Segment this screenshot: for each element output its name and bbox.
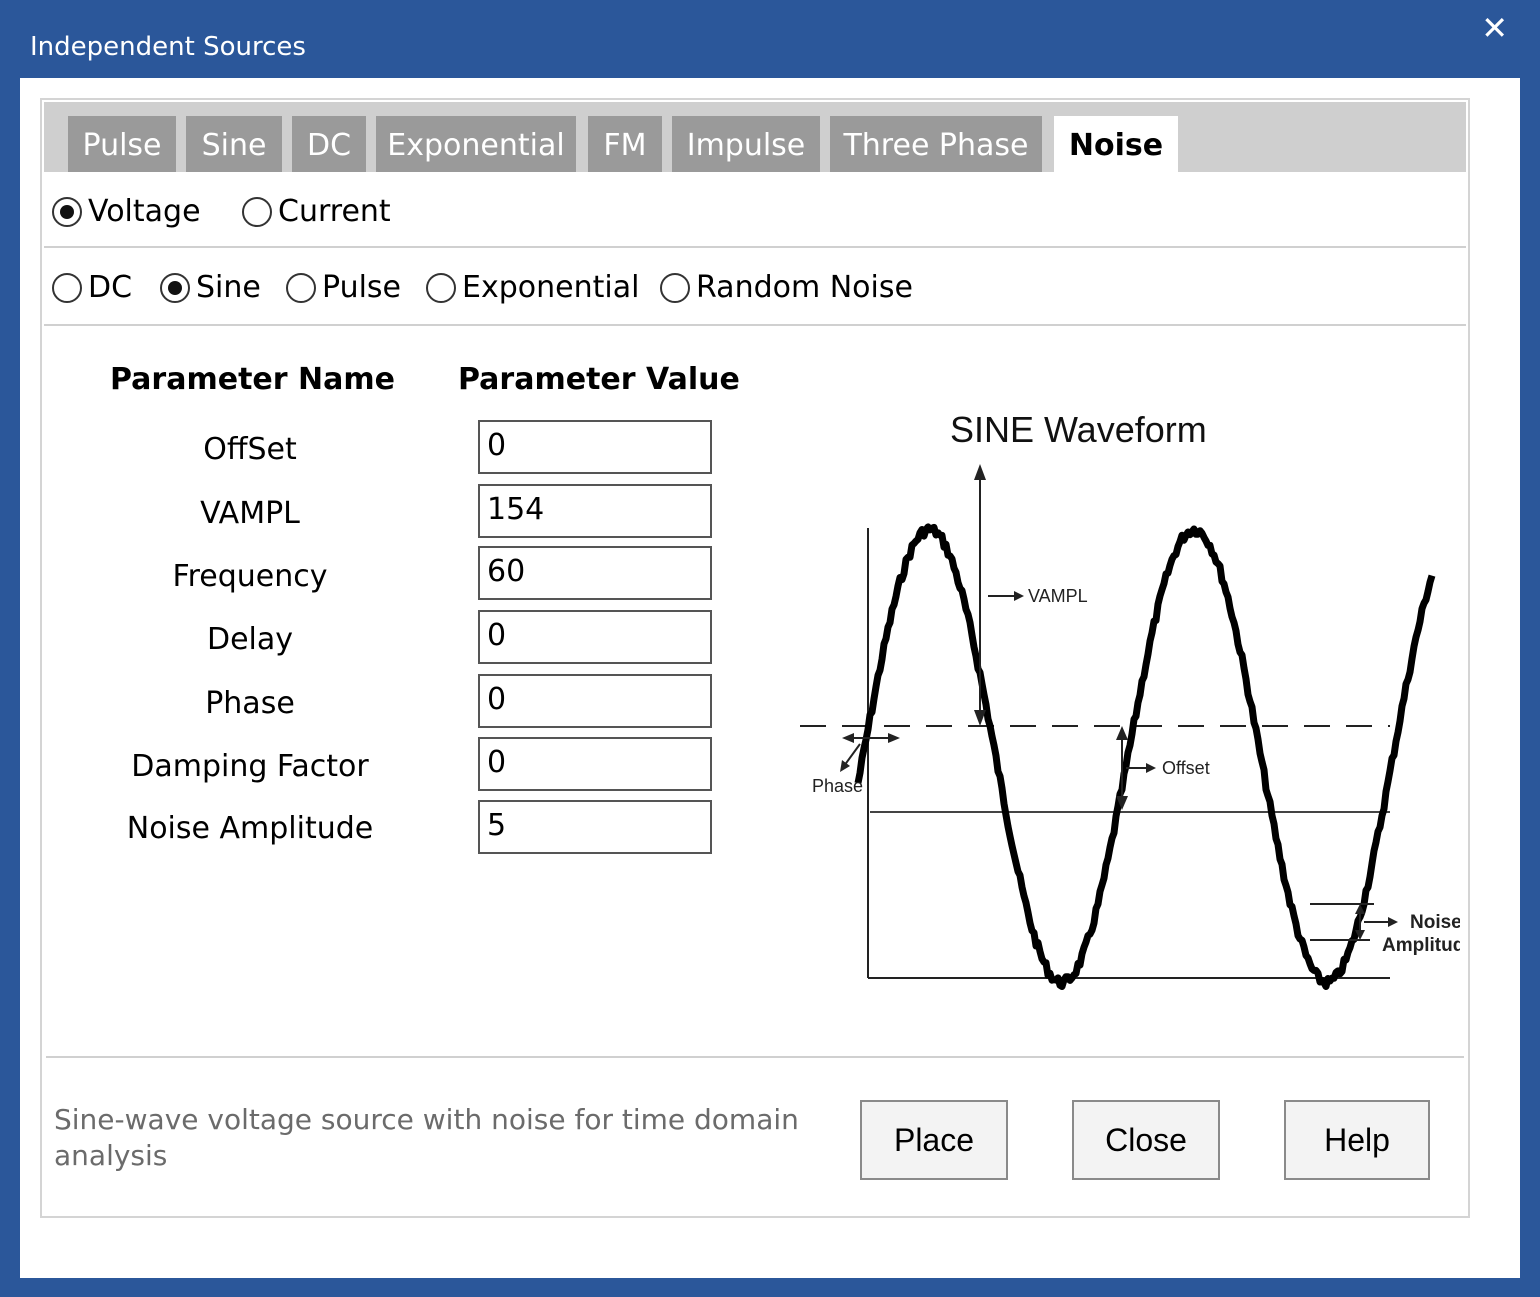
damping-factor-input[interactable]: 0 (478, 737, 712, 791)
help-button[interactable]: Help (1284, 1100, 1430, 1180)
radio-dc[interactable]: DC (52, 270, 132, 305)
title-bar: Independent Sources ✕ (0, 0, 1540, 78)
noise-label-line2: Amplitude (1382, 935, 1460, 956)
offset-arrow-head-up (1116, 726, 1128, 740)
radio-dc-label: DC (88, 270, 133, 305)
param-name-delay: Delay (206, 622, 294, 657)
param-name-phase: Phase (205, 686, 295, 721)
radio-sine-indicator (160, 272, 190, 303)
param-name-damping-factor: Damping Factor (131, 749, 369, 784)
tab-impulse[interactable]: Impulse (672, 116, 820, 172)
separator (44, 324, 1466, 326)
radio-exponential-indicator (426, 272, 456, 303)
radio-current[interactable]: Current (242, 194, 391, 229)
phase-arrow-head-right (888, 733, 900, 743)
param-name-frequency: Frequency (172, 559, 328, 594)
radio-dc-indicator (52, 272, 82, 303)
tab-sine[interactable]: Sine (186, 116, 282, 172)
footer-separator (46, 1056, 1464, 1058)
radio-random-noise-indicator (660, 272, 690, 303)
place-button[interactable]: Place (860, 1100, 1008, 1180)
separator (44, 246, 1466, 248)
param-name-offset: OffSet (203, 432, 297, 467)
phase-pointer (843, 743, 861, 767)
phase-label: Phase (812, 776, 863, 796)
vampl-label: VAMPL (1028, 586, 1088, 606)
tab-exponential[interactable]: Exponential (376, 116, 576, 172)
vampl-arrow-head-up (974, 464, 986, 480)
tab-bar: Pulse Sine DC Exponential FM Impulse Thr… (44, 102, 1466, 172)
tab-dc[interactable]: DC (292, 116, 366, 172)
diagram-title: SINE Waveform (950, 409, 1207, 450)
tab-fm[interactable]: FM (588, 116, 662, 172)
offset-label: Offset (1162, 758, 1210, 778)
parameter-name-header: Parameter Name (110, 362, 395, 397)
diagram-sine-curve (854, 523, 1436, 990)
param-name-noise-amplitude: Noise Amplitude (126, 811, 374, 846)
radio-pulse[interactable]: Pulse (286, 270, 401, 305)
radio-current-label: Current (278, 194, 391, 229)
offset-input[interactable]: 0 (478, 420, 712, 474)
radio-voltage-indicator (52, 196, 82, 227)
param-name-vampl: VAMPL (200, 496, 300, 531)
frequency-input[interactable]: 60 (478, 546, 712, 600)
noise-pointer-head (1388, 917, 1398, 927)
radio-exponential-label: Exponential (462, 270, 640, 305)
sine-waveform-diagram: SINE Waveform VAMPL Offset Phase Noise A… (800, 409, 1460, 990)
radio-pulse-indicator (286, 272, 316, 303)
noise-amplitude-input[interactable]: 5 (478, 800, 712, 854)
delay-input[interactable]: 0 (478, 610, 712, 664)
vampl-pointer-head (1014, 591, 1024, 601)
content-panel: Pulse Sine DC Exponential FM Impulse Thr… (40, 98, 1470, 1218)
radio-random-noise[interactable]: Random Noise (660, 270, 913, 305)
phase-input[interactable]: 0 (478, 674, 712, 728)
phase-pointer-head (840, 760, 850, 772)
radio-random-noise-label: Random Noise (696, 270, 913, 305)
radio-voltage[interactable]: Voltage (52, 194, 201, 229)
tab-pulse[interactable]: Pulse (68, 116, 176, 172)
radio-current-indicator (242, 196, 272, 227)
parameter-value-header: Parameter Value (458, 362, 740, 397)
radio-voltage-label: Voltage (88, 194, 201, 229)
source-description: Sine-wave voltage source with noise for … (54, 1103, 799, 1172)
close-button[interactable]: Close (1072, 1100, 1220, 1180)
radio-sine-label: Sine (196, 270, 261, 305)
offset-pointer-head (1146, 763, 1156, 773)
vampl-input[interactable]: 154 (478, 484, 712, 538)
phase-arrow-head-left (842, 733, 854, 743)
window-title: Independent Sources (30, 32, 306, 62)
radio-pulse-label: Pulse (322, 270, 401, 305)
close-icon[interactable]: ✕ (1481, 12, 1508, 44)
tab-three-phase[interactable]: Three Phase (830, 116, 1042, 172)
radio-sine[interactable]: Sine (160, 270, 261, 305)
tab-noise[interactable]: Noise (1054, 116, 1178, 172)
vampl-arrow-head-down (974, 710, 986, 726)
noise-label-line1: Noise (1410, 912, 1460, 933)
radio-exponential[interactable]: Exponential (426, 270, 639, 305)
